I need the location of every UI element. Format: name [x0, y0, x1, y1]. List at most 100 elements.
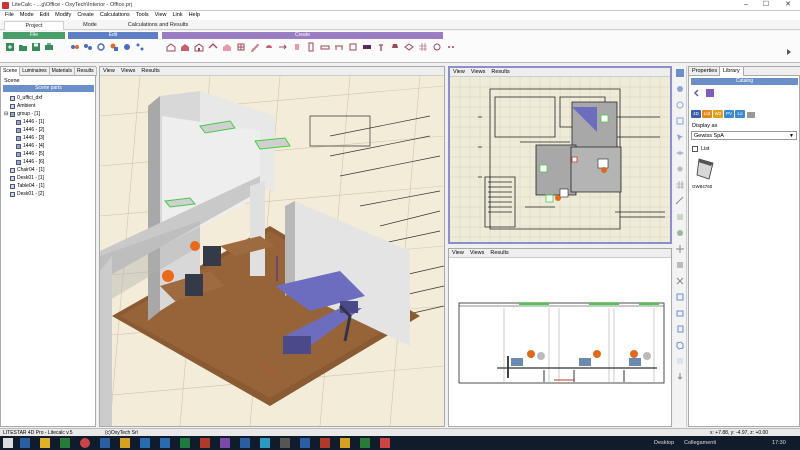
catalog-back-icon[interactable]	[692, 88, 702, 98]
roof-icon[interactable]	[208, 42, 218, 52]
top-view-icon[interactable]	[675, 292, 685, 302]
door-icon[interactable]	[306, 42, 316, 52]
tree-item[interactable]: Ambient	[4, 102, 94, 110]
wall-icon[interactable]	[222, 42, 232, 52]
tab-properties[interactable]: Properties	[689, 67, 720, 76]
viewport-plan[interactable]: View Views Results	[448, 66, 672, 244]
taskbar-app-icon[interactable]	[300, 438, 310, 448]
orbit-icon[interactable]	[675, 100, 685, 110]
pan-icon[interactable]	[675, 84, 685, 94]
taskbar-app-icon[interactable]	[140, 438, 150, 448]
cylinder-icon[interactable]	[292, 42, 302, 52]
side-view-icon[interactable]	[675, 324, 685, 334]
menu-file[interactable]: File	[2, 11, 17, 20]
format-w2[interactable]: W2	[713, 110, 723, 118]
cabinet-icon[interactable]	[348, 42, 358, 52]
tree-item[interactable]: Table04 - [1]	[4, 182, 94, 190]
move-icon[interactable]	[70, 42, 80, 52]
views-menu[interactable]: Views	[467, 249, 488, 258]
taskbar-app-icon[interactable]	[40, 438, 50, 448]
results-menu[interactable]: Results	[487, 249, 511, 258]
tab-library[interactable]: Library	[719, 67, 744, 76]
catalog-folder-icon[interactable]	[746, 110, 756, 120]
new-project-icon[interactable]	[5, 42, 15, 52]
results-view-icon[interactable]	[675, 356, 685, 366]
building-icon[interactable]	[194, 42, 204, 52]
tree-item[interactable]: 1446 - [5]	[4, 150, 94, 158]
taskbar-app-icon[interactable]	[80, 438, 90, 448]
room-icon[interactable]	[166, 42, 176, 52]
viewport-elevation[interactable]: View Views Results	[448, 248, 672, 427]
taskbar-links[interactable]: Collegamenti	[684, 436, 716, 450]
taskbar-app-icon[interactable]	[380, 438, 390, 448]
taskbar-app-icon[interactable]	[180, 438, 190, 448]
taskbar-app-icon[interactable]	[160, 438, 170, 448]
open-folder-icon[interactable]	[18, 42, 28, 52]
taskbar-app-icon[interactable]	[20, 438, 30, 448]
mirror-icon[interactable]	[122, 42, 132, 52]
taskbar-app-icon[interactable]	[100, 438, 110, 448]
window-icon[interactable]	[236, 42, 246, 52]
persp-view-icon[interactable]	[675, 340, 685, 350]
tree-item[interactable]: 1446 - [4]	[4, 142, 94, 150]
tree-item[interactable]: 1446 - [3]	[4, 134, 94, 142]
surface-icon[interactable]	[404, 42, 414, 52]
close-button[interactable]: ✕	[778, 0, 798, 10]
copy-icon[interactable]	[83, 42, 93, 52]
menu-tools[interactable]: Tools	[133, 11, 152, 20]
tree-item[interactable]: Chair04 - [1]	[4, 166, 94, 174]
format-ltd[interactable]: Ltd	[702, 110, 712, 118]
tree-item[interactable]: 1446 - [6]	[4, 158, 94, 166]
format-lo[interactable]: Lo	[735, 110, 745, 118]
tab-results[interactable]: Results	[75, 67, 97, 76]
light-icon[interactable]	[675, 164, 685, 174]
tab-calculations-results[interactable]: Calculations and Results	[118, 21, 198, 30]
taskbar-app-icon[interactable]	[340, 438, 350, 448]
tree-item[interactable]: 0_uffici_dxf	[4, 94, 94, 102]
taskbar-app-icon[interactable]	[200, 438, 210, 448]
print-icon[interactable]	[44, 42, 54, 52]
taskbar-app-icon[interactable]	[120, 438, 130, 448]
format-pv[interactable]: PV	[724, 110, 734, 118]
view-menu[interactable]: View	[450, 68, 468, 77]
results-menu[interactable]: Results	[138, 67, 162, 76]
menu-view[interactable]: View	[152, 11, 170, 20]
results-menu[interactable]: Results	[488, 68, 512, 77]
taskbar-app-icon[interactable]	[240, 438, 250, 448]
tree-item[interactable]: 1446 - [1]	[4, 118, 94, 126]
catalog-book-icon[interactable]	[705, 88, 715, 98]
tab-scene[interactable]: Scene	[1, 67, 21, 76]
view-menu[interactable]: View	[100, 67, 118, 76]
calc-grid-icon[interactable]	[418, 42, 428, 52]
taskbar-app-icon[interactable]	[260, 438, 270, 448]
array-icon[interactable]	[135, 42, 145, 52]
rotate-icon[interactable]	[96, 42, 106, 52]
tab-luminaires[interactable]: Luminaires	[20, 67, 50, 76]
taskbar-app-icon[interactable]	[320, 438, 330, 448]
scale-icon[interactable]	[109, 42, 119, 52]
luminaire-product-icon[interactable]	[695, 155, 717, 183]
wire-icon[interactable]	[675, 276, 685, 286]
table-icon[interactable]	[334, 42, 344, 52]
list-checkbox[interactable]	[692, 146, 698, 152]
dots-icon[interactable]	[446, 42, 456, 52]
viewport-3d[interactable]: View Views Results	[99, 66, 445, 427]
views-menu[interactable]: Views	[118, 67, 139, 76]
menu-mode[interactable]: Mode	[17, 11, 37, 20]
house-icon[interactable]	[180, 42, 190, 52]
taskbar-desktop[interactable]: Desktop	[654, 436, 674, 450]
tree-item[interactable]: Desk01 - [2]	[4, 190, 94, 198]
menu-calculations[interactable]: Calculations	[97, 11, 133, 20]
select-icon[interactable]	[675, 132, 685, 142]
layer-icon[interactable]	[675, 148, 685, 158]
export-icon[interactable]	[675, 372, 685, 382]
stairs-icon[interactable]	[250, 42, 260, 52]
projector-icon[interactable]	[362, 42, 372, 52]
taskbar-app-icon[interactable]	[360, 438, 370, 448]
shade-icon[interactable]	[675, 260, 685, 270]
furniture-icon[interactable]	[320, 42, 330, 52]
arrow-icon[interactable]	[278, 42, 288, 52]
menu-create[interactable]: Create	[74, 11, 97, 20]
lamp-icon[interactable]	[390, 42, 400, 52]
menu-modify[interactable]: Modify	[52, 11, 74, 20]
